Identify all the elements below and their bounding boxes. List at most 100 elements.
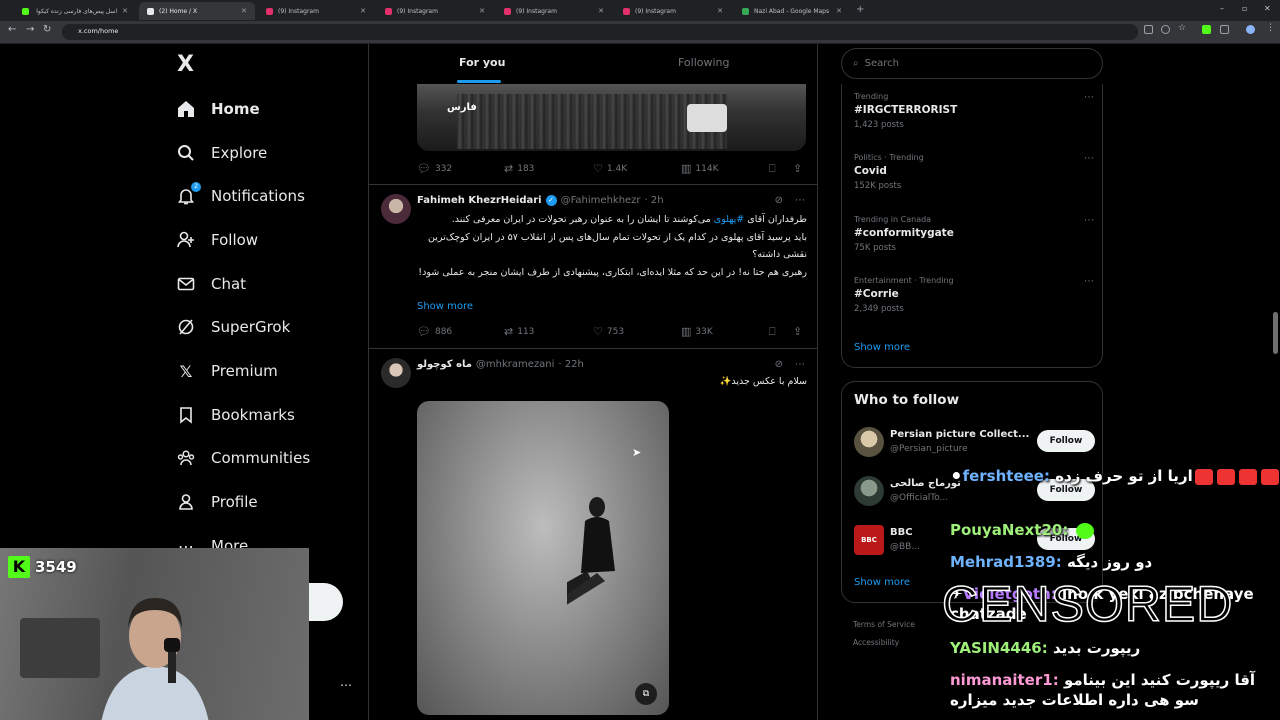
emote-icon <box>1216 468 1235 485</box>
chat-message: Mehrad1389: دو روز دیگه <box>950 552 1275 572</box>
views-button[interactable]: ▥ 33K <box>681 325 713 338</box>
more-icon[interactable]: ⋯ <box>795 359 805 370</box>
cast-icon[interactable] <box>1144 25 1153 34</box>
trends-show-more-link[interactable]: Show more <box>854 342 910 353</box>
avatar[interactable] <box>381 194 411 224</box>
more-icon[interactable]: ⋯ <box>1084 92 1094 103</box>
account-handle[interactable]: @Persian_picture <box>890 444 968 454</box>
browser-tab[interactable]: (9) Instagram ✕ <box>615 2 731 20</box>
forward-icon[interactable]: → <box>26 24 34 35</box>
close-window-icon[interactable]: ✕ <box>1264 4 1271 13</box>
trend-item[interactable]: Trending #IRGCTERRORIST 1,423 posts ⋯ <box>854 92 1094 130</box>
trend-item[interactable]: Entertainment · Trending #Corrie 2,349 pos… <box>854 276 1094 314</box>
nav-follow[interactable]: Follow <box>176 224 258 256</box>
close-tab-icon[interactable]: ✕ <box>479 7 485 15</box>
close-tab-icon[interactable]: ✕ <box>598 7 604 15</box>
share-button[interactable]: ⇪ <box>793 325 802 338</box>
nav-notifications[interactable]: 2 Notifications <box>176 180 305 212</box>
close-tab-icon[interactable]: ✕ <box>717 7 723 15</box>
grok-icon[interactable]: ⊘ <box>775 195 783 206</box>
like-button[interactable]: ♡ 1.4K <box>593 162 627 175</box>
views-button[interactable]: ▥ 114K <box>681 162 719 175</box>
viewer-count: 3549 <box>35 558 77 576</box>
tab-for-you[interactable]: For you <box>459 56 505 69</box>
extensions-puzzle-icon[interactable] <box>1220 25 1229 34</box>
zoom-icon[interactable] <box>1161 25 1170 34</box>
tab-following[interactable]: Following <box>678 56 730 69</box>
nav-supergrok[interactable]: SuperGrok <box>176 311 290 343</box>
more-icon[interactable]: ⋯ <box>1084 215 1094 226</box>
author-name[interactable]: ماه کوچولو <box>417 359 472 370</box>
reload-icon[interactable]: ↻ <box>43 24 51 35</box>
avatar[interactable] <box>854 427 884 457</box>
browser-tab[interactable]: (9) Instagram ✕ <box>496 2 612 20</box>
profile-avatar-icon[interactable] <box>1246 25 1255 34</box>
author-handle[interactable]: @Fahimehkhezr <box>561 195 641 206</box>
account-name[interactable]: BBC <box>890 527 913 538</box>
author-name[interactable]: Fahimeh KhezrHeidari <box>417 195 542 206</box>
post-time[interactable]: · 22h <box>558 359 583 370</box>
grok-icon[interactable]: ⊘ <box>775 359 783 370</box>
like-button[interactable]: ♡ 753 <box>593 325 624 338</box>
hashtag-link[interactable]: #پهلوی <box>714 214 744 225</box>
more-icon[interactable]: ⋯ <box>795 195 805 206</box>
search-input[interactable]: ⌕ Search <box>841 48 1103 79</box>
trend-item[interactable]: Trending in Canada #conformitygate 75K pos… <box>854 215 1094 253</box>
star-icon[interactable]: ☆ <box>1178 23 1187 33</box>
repost-button[interactable]: ⇄ 183 <box>504 162 534 175</box>
browser-tab[interactable]: Nazi Abad - Google Maps ✕ <box>734 2 850 20</box>
nav-premium[interactable]: 𝕏 Premium <box>176 355 278 387</box>
extension-icon[interactable] <box>1202 25 1211 34</box>
back-icon[interactable]: ← <box>8 24 16 35</box>
post-time[interactable]: · 2h <box>645 195 664 206</box>
browser-tab-active[interactable]: (2) Home / X ✕ <box>139 2 255 20</box>
account-handle[interactable]: @BB... <box>890 542 920 552</box>
footer-accessibility-link[interactable]: Accessibility <box>853 638 899 647</box>
repost-button[interactable]: ⇄ 113 <box>504 325 534 338</box>
reply-button[interactable]: 💬︎ 886 <box>417 325 452 338</box>
nav-communities[interactable]: Communities <box>176 442 310 474</box>
browser-tab[interactable]: اسل پیس‌های فارسی زنده کیکوآ و ...✕ <box>14 2 136 20</box>
who-to-follow-show-more-link[interactable]: Show more <box>854 577 910 588</box>
browser-tab[interactable]: (9) Instagram ✕ <box>258 2 374 20</box>
new-tab-icon[interactable]: + <box>856 4 864 15</box>
more-icon[interactable]: ⋯ <box>1084 153 1094 164</box>
footer-terms-link[interactable]: Terms of Service <box>853 620 915 629</box>
bookmark-button[interactable]: ⎕ <box>769 162 776 176</box>
menu-kebab-icon[interactable]: ⋮ <box>1266 23 1275 33</box>
close-tab-icon[interactable]: ✕ <box>241 7 247 15</box>
close-tab-icon[interactable]: ✕ <box>360 7 366 15</box>
text-segment: طرفداران آقای <box>744 214 807 225</box>
follow-button[interactable]: Follow <box>1037 430 1095 452</box>
show-more-link[interactable]: Show more <box>417 301 473 312</box>
more-icon[interactable]: ⋯ <box>1084 276 1094 287</box>
nav-explore[interactable]: Explore <box>176 137 267 169</box>
reply-button[interactable]: 💬︎ 332 <box>417 162 452 175</box>
x-logo[interactable]: X <box>177 52 194 77</box>
maximize-icon[interactable]: ▫ <box>1242 4 1247 13</box>
chat-username: nimanaiter1: <box>950 671 1059 689</box>
nav-home[interactable]: Home <box>176 93 260 125</box>
account-name[interactable]: Persian picture Collect... <box>890 429 1029 440</box>
minimize-icon[interactable]: – <box>1220 4 1224 13</box>
close-tab-icon[interactable]: ✕ <box>122 7 128 15</box>
nav-label: Communities <box>211 449 311 467</box>
page-scrollbar[interactable] <box>1273 312 1278 354</box>
follow-suggestion[interactable]: Persian picture Collect... @Persian_pict… <box>854 425 1095 459</box>
browser-tab[interactable]: (9) Instagram ✕ <box>377 2 493 20</box>
nav-chat[interactable]: Chat <box>176 268 246 300</box>
image-edit-icon[interactable]: ⧉ <box>635 683 657 705</box>
account-menu-icon[interactable]: ⋯ <box>340 678 352 692</box>
url-field[interactable]: x.com/home <box>62 24 1138 40</box>
trend-item[interactable]: Politics · Trending Covid 152K posts ⋯ <box>854 153 1094 191</box>
avatar[interactable] <box>381 358 411 388</box>
nav-bookmarks[interactable]: Bookmarks <box>176 399 295 431</box>
nav-profile[interactable]: Profile <box>176 486 258 518</box>
bbc-logo[interactable]: BBC <box>854 525 884 555</box>
share-button[interactable]: ⇪ <box>793 162 802 175</box>
bookmark-button[interactable]: ⎕ <box>769 325 776 339</box>
avatar[interactable] <box>854 476 884 506</box>
author-handle[interactable]: @mhkramezani <box>476 359 555 370</box>
post-image[interactable]: فارس <box>417 84 806 151</box>
close-tab-icon[interactable]: ✕ <box>836 7 842 15</box>
